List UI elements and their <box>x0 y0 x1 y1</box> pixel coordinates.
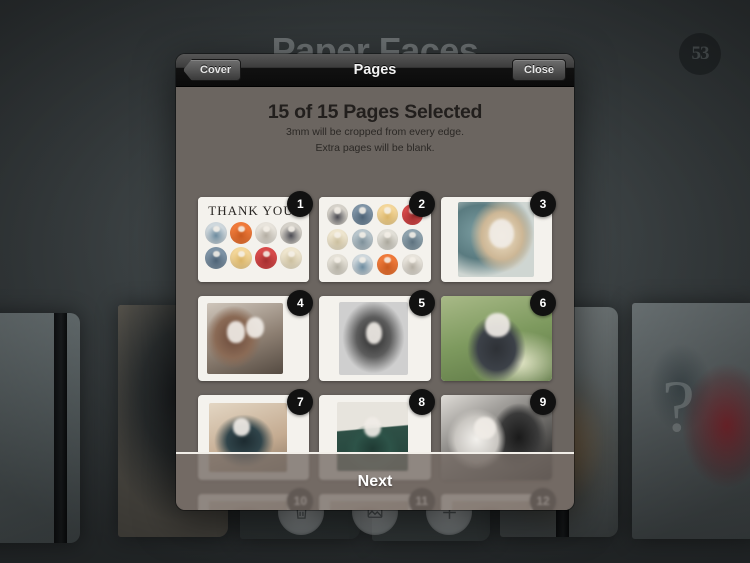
next-button-label: Next <box>357 473 393 490</box>
avatar <box>255 222 278 245</box>
avatar <box>376 253 398 275</box>
page-number-badge: 3 <box>530 191 556 217</box>
avatar <box>205 247 228 270</box>
blanked-face <box>226 321 245 343</box>
portrait-image <box>339 301 409 376</box>
avatar-face <box>287 225 295 233</box>
avatar-face <box>334 232 342 239</box>
page-card[interactable]: 4 <box>198 290 314 381</box>
avatar-face <box>384 207 391 214</box>
page-card[interactable]: 6 <box>440 290 556 381</box>
avatar-face <box>237 225 245 233</box>
blanked-face <box>365 322 383 345</box>
blanked-face <box>364 417 382 437</box>
avatar-row-grid <box>327 204 423 275</box>
avatar <box>401 253 423 275</box>
avatar <box>255 247 278 270</box>
avatar-face <box>359 257 366 264</box>
blanked-face <box>474 417 497 440</box>
page-number-badge: 9 <box>530 389 556 415</box>
avatar <box>327 253 349 275</box>
page-number-badge: 6 <box>530 290 556 316</box>
avatar-face <box>334 257 342 264</box>
avatar <box>352 228 373 250</box>
page-card[interactable]: THANK YOU! 1 <box>198 191 314 282</box>
page-card[interactable]: 3 <box>440 191 556 282</box>
modal-header: Cover Pages Close <box>176 54 574 87</box>
avatar-face <box>384 232 391 239</box>
close-button[interactable]: Close <box>512 59 566 81</box>
pages-modal: Cover Pages Close 15 of 15 Pages Selecte… <box>176 54 574 510</box>
blanked-face <box>232 417 250 437</box>
avatar <box>230 247 253 270</box>
avatar-row-grid <box>205 222 303 270</box>
avatar-face <box>262 225 270 233</box>
page-number-badge: 8 <box>408 389 435 415</box>
next-bar[interactable]: Next <box>176 452 574 510</box>
avatar <box>280 222 303 245</box>
avatar-face <box>212 225 220 233</box>
selection-headline: 15 of 15 Pages Selected <box>267 101 483 123</box>
avatar-face <box>262 250 270 258</box>
avatar <box>376 204 398 225</box>
cover-back-button[interactable]: Cover <box>183 59 242 81</box>
avatar <box>230 222 253 245</box>
avatar-face <box>287 250 295 258</box>
avatar <box>352 253 373 275</box>
question-mark-glyph: ? <box>662 366 695 448</box>
portrait-image <box>458 202 535 277</box>
avatar-face <box>359 207 366 214</box>
avatar <box>401 228 423 250</box>
modal-title: Pages <box>353 62 397 78</box>
page-number-badge: 5 <box>408 290 435 316</box>
avatar-face <box>212 250 220 258</box>
headline-block: 15 of 15 Pages Selected 3mm will be crop… <box>176 87 574 165</box>
crop-note: 3mm will be cropped from every edge. <box>286 126 464 138</box>
app-root: Paper Faces 53 ? Cover Pages Close 15 of… <box>0 0 750 563</box>
avatar-face <box>408 232 416 239</box>
avatar-face <box>384 257 391 264</box>
page-number-badge: 4 <box>287 290 314 316</box>
blanked-face <box>485 313 510 337</box>
avatar <box>352 204 373 225</box>
avatar-face <box>359 232 366 239</box>
blank-note: Extra pages will be blank. <box>315 141 435 154</box>
blanked-face <box>246 317 265 339</box>
page-number-badge: 1 <box>287 191 314 217</box>
blanked-face <box>488 218 515 249</box>
portrait-image <box>206 302 283 375</box>
avatar-face <box>237 250 245 258</box>
avatar-face <box>334 207 342 214</box>
avatar <box>280 247 303 270</box>
page-number-badge: 2 <box>408 191 435 217</box>
modal-body: 15 of 15 Pages Selected 3mm will be crop… <box>176 87 574 510</box>
avatar <box>205 222 228 245</box>
avatar <box>376 228 398 250</box>
fiftythree-logo-icon: 53 <box>679 33 721 75</box>
page-card[interactable]: 5 <box>319 290 435 381</box>
avatar-face <box>408 257 416 264</box>
page-number-badge: 7 <box>287 389 314 415</box>
page-card[interactable]: 2 <box>319 191 435 282</box>
avatar <box>327 228 349 250</box>
avatar <box>327 204 349 225</box>
